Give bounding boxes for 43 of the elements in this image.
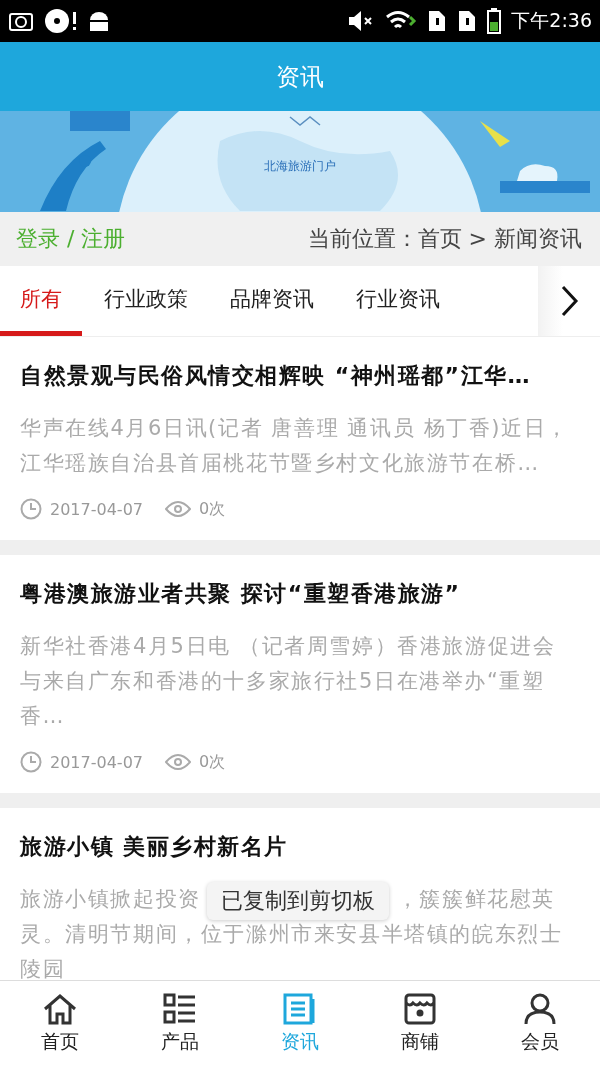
list-icon xyxy=(163,993,197,1025)
article-date: 2017-04-07 xyxy=(50,499,143,519)
sim-icon xyxy=(457,9,478,33)
summary-text: 灵。清明节期间，位于滁州市来安县半塔镇的皖东烈士陵园 xyxy=(20,922,563,980)
article-title: 粤港澳旅游业者共聚 探讨“重塑香港旅游” xyxy=(20,580,462,608)
article-card[interactable]: 自然景观与民俗风情交相辉映 “神州瑶都”江华… 华声在线4月6日讯(记者 唐善理 通讯员 杨丁香)近日，江华瑶族自治县首届桃花节暨乡村文化旅游节在桥… 2017-04-07 0次 xyxy=(0,337,600,540)
article-date: 2017-04-07 xyxy=(50,752,143,772)
nav-tab[interactable]: 产品 xyxy=(120,981,240,1067)
clock-icon xyxy=(20,498,42,520)
toast-message: 已复制到剪切板 xyxy=(206,882,389,920)
status-time: 下午2:36 xyxy=(511,8,592,33)
sim-icon xyxy=(427,9,448,33)
view-count: 0次 xyxy=(199,751,226,773)
nav-tab[interactable]: 首页 xyxy=(0,981,120,1067)
user-icon xyxy=(523,993,557,1025)
article-title: 自然景观与民俗风情交相辉映 “神州瑶都”江华… xyxy=(20,362,533,390)
category-tab[interactable]: 行业政策 xyxy=(84,266,208,336)
document-icon xyxy=(283,993,317,1025)
nav-tab[interactable]: 商铺 xyxy=(360,981,480,1067)
article-card[interactable]: 粤港澳旅游业者共聚 探讨“重塑香港旅游” 新华社香港4月5日电 （记者周雪婷）香港旅游促进会与来自广东和香港的十多家旅行社5日在港举办“重塑香… 2017-04-07 0次 xyxy=(0,555,600,793)
shop-icon xyxy=(403,993,437,1025)
home-icon xyxy=(43,993,77,1025)
android-icon xyxy=(88,10,110,32)
category-tab[interactable]: 行业资讯 xyxy=(336,266,460,336)
article-summary: 华声在线4月6日讯(记者 唐善理 通讯员 杨丁香)近日，江华瑶族自治县首届桃花节暨乡村文化旅游节在桥… xyxy=(20,415,570,477)
view-count: 0次 xyxy=(199,498,226,520)
eye-icon xyxy=(165,753,191,771)
chevron-right-icon xyxy=(559,284,579,318)
category-tab[interactable]: 品牌资讯 xyxy=(210,266,334,336)
breadcrumb: 当前位置：首页 > 新闻资讯 xyxy=(307,225,582,253)
page-title: 资讯 xyxy=(276,61,324,93)
article-card[interactable]: 旅游小镇 美丽乡村新名片 旅游小镇掀起投资 已复制到剪切板 ，簇簇鲜花慰英 灵。清明节期间，位于滁州市来安县半塔镇的皖东烈士陵园 xyxy=(0,808,600,980)
article-title: 旅游小镇 美丽乡村新名片 xyxy=(20,833,289,861)
nav-tab[interactable]: 会员 xyxy=(480,981,600,1067)
disc-icon xyxy=(44,8,78,34)
summary-text: 旅游小镇掀起投资 xyxy=(20,887,201,911)
banner-caption: 北海旅游门户 xyxy=(264,158,336,175)
article-summary: 新华社香港4月5日电 （记者周雪婷）香港旅游促进会与来自广东和香港的十多家旅行社5日在港举办“重塑香… xyxy=(20,633,557,730)
camera-icon xyxy=(8,10,34,32)
clock-icon xyxy=(20,751,42,773)
battery-icon xyxy=(487,8,502,34)
summary-text: ，簇簇鲜花慰英 xyxy=(396,887,555,911)
eye-icon xyxy=(165,500,191,518)
